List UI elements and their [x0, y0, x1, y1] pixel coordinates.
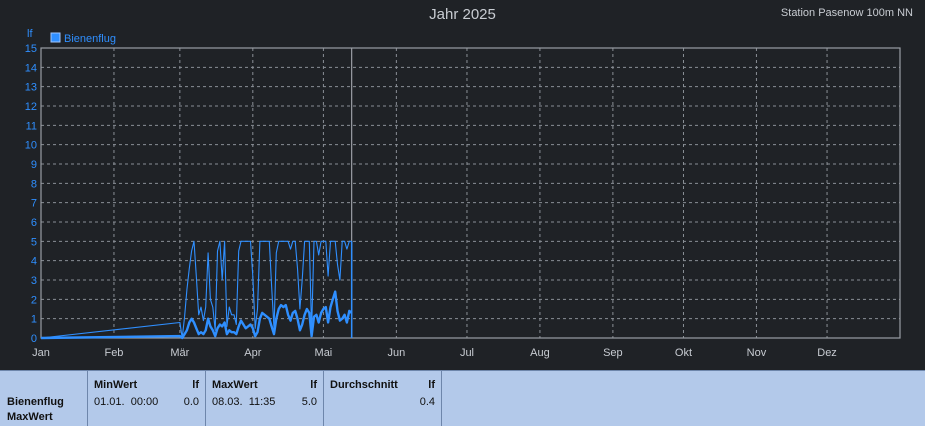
stats-minwert-cell: MinWert lf 01.01. 00:00 0.0 — [88, 371, 206, 426]
y-tick-label: 14 — [25, 62, 37, 74]
y-tick-label: 0 — [31, 333, 37, 345]
y-tick-label: 13 — [25, 82, 37, 94]
y-tick-label: 5 — [31, 236, 37, 248]
x-tick-label: Feb — [104, 347, 123, 359]
x-tick-label: Aug — [530, 347, 550, 359]
x-tick-label: Apr — [244, 347, 261, 359]
x-tick-label: Sep — [603, 347, 623, 359]
maxwert-value: 5.0 — [301, 396, 317, 408]
x-tick-label: Jul — [460, 347, 474, 359]
series-line-max — [40, 240, 352, 339]
durchschnitt-unit: lf — [428, 379, 435, 391]
y-tick-label: 1 — [31, 314, 37, 326]
y-tick-label: 12 — [25, 101, 37, 113]
minwert-value: 0.0 — [183, 396, 199, 408]
x-tick-label: Dez — [817, 347, 837, 359]
minwert-unit: lf — [192, 379, 199, 391]
y-tick-label: 10 — [25, 140, 37, 152]
line-chart: 0123456789101112131415Jan Feb Mär Apr Mai Jun… — [25, 28, 901, 359]
minwert-date: 01.01. 00:00 — [94, 396, 159, 408]
durchschnitt-value: 0.4 — [419, 396, 435, 408]
durchschnitt-header: Durchschnitt — [330, 379, 398, 391]
minwert-header: MinWert — [94, 379, 138, 391]
plot-frame — [40, 47, 901, 339]
y-tick-label: 3 — [31, 275, 37, 287]
stats-panel: Bienenflug MaxWert MinWert lf 01.01. 00:… — [0, 370, 925, 426]
stats-durchschnitt-cell: Durchschnitt lf 0.4 — [324, 371, 442, 426]
y-tick-label: 15 — [25, 43, 37, 55]
maxwert-date: 08.03. 11:35 — [212, 396, 276, 408]
y-tick-label: 8 — [31, 178, 37, 190]
y-tick-label: 2 — [31, 294, 37, 306]
x-tick-label: Mai — [315, 347, 333, 359]
y-tick-label: 11 — [26, 120, 37, 132]
legend-swatch — [50, 32, 61, 43]
series-line-mean — [40, 290, 353, 340]
y-axis-label: lf — [27, 28, 33, 40]
x-tick-label: Okt — [675, 347, 692, 359]
maxwert-unit: lf — [310, 379, 317, 391]
stats-maxwert-cell: MaxWert lf 08.03. 11:35 5.0 — [206, 371, 324, 426]
x-tick-label: Jan — [32, 347, 50, 359]
x-tick-label: Mär — [170, 347, 189, 359]
y-tick-label: 6 — [31, 217, 37, 229]
stats-row-label-maxwert: MaxWert — [7, 411, 53, 423]
y-tick-label: 4 — [31, 256, 37, 268]
chart-panel: Jahr 2025 Station Pasenow 100m NN 012345… — [0, 0, 925, 370]
legend-label: Bienenflug — [64, 33, 116, 45]
stats-row-label-cell: Bienenflug MaxWert — [0, 371, 88, 426]
x-tick-label: Jun — [387, 347, 405, 359]
y-tick-label: 9 — [31, 159, 37, 171]
y-tick-label: 7 — [31, 198, 37, 210]
x-tick-label: Nov — [747, 347, 767, 359]
stats-row-label-series: Bienenflug — [7, 396, 64, 408]
maxwert-header: MaxWert — [212, 379, 258, 391]
